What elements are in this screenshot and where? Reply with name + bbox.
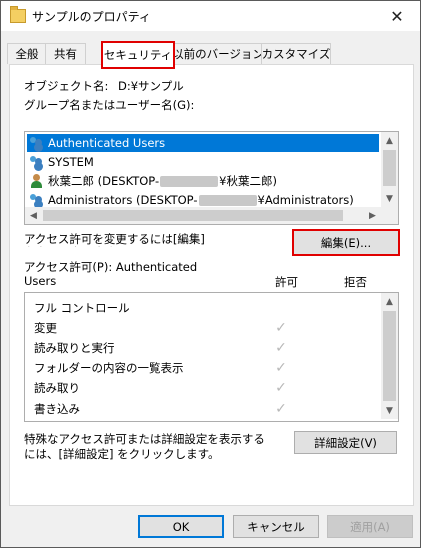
tab-sharing[interactable]: 共有: [45, 43, 86, 64]
object-name-value: D:¥サンプル: [118, 79, 184, 93]
user-icon: [29, 174, 45, 188]
group-icon: [29, 136, 45, 150]
group-icon: [29, 193, 45, 207]
list-item-system[interactable]: SYSTEM: [27, 153, 379, 171]
apply-button[interactable]: 適用(A): [327, 515, 413, 538]
close-icon: ✕: [390, 6, 404, 26]
permission-label: アクセス許可(P): Authenticated: [24, 260, 198, 274]
permission-row: フル コントロール: [34, 301, 130, 315]
advanced-button[interactable]: 詳細設定(V): [294, 431, 397, 454]
folder-icon: [10, 6, 26, 23]
permission-row: 書き込み: [34, 402, 80, 416]
close-button[interactable]: ✕: [374, 1, 420, 31]
tab-general[interactable]: 全般: [7, 43, 47, 64]
tab-security[interactable]: セキュリティ: [101, 41, 175, 69]
user-list-vertical-scrollbar[interactable]: ▲ ▼: [381, 132, 398, 207]
edit-button[interactable]: 編集(E)...: [292, 229, 400, 256]
deny-column-header: 拒否: [344, 275, 367, 289]
group-icon: [29, 155, 45, 169]
tab-bar: 全般 共有 セキュリティ 以前のバージョン カスタマイズ: [7, 41, 417, 69]
window-title: サンプルのプロパティ: [32, 10, 151, 24]
redacted-computer-name: [160, 175, 219, 187]
scroll-thumb[interactable]: [383, 311, 396, 401]
scroll-down-icon[interactable]: ▼: [381, 190, 398, 207]
cancel-button[interactable]: キャンセル: [233, 515, 319, 538]
list-item-authenticated-users[interactable]: Authenticated Users: [27, 134, 379, 152]
properties-dialog: サンプルのプロパティ ✕ 全般 共有 セキュリティ 以前のバージョン カスタマイ…: [0, 0, 421, 548]
list-item-akiba-jiro[interactable]: 秋葉二郎 (DESKTOP- ¥秋葉二郎): [27, 172, 379, 190]
scroll-left-icon[interactable]: ◀: [25, 207, 42, 224]
object-name-label: オブジェクト名:: [24, 79, 109, 93]
title-bar[interactable]: サンプルのプロパティ ✕: [1, 1, 420, 31]
advanced-note-line2: には、[詳細設定] をクリックします。: [24, 447, 220, 461]
allow-check-icon: ✓: [275, 360, 287, 376]
user-list[interactable]: Authenticated Users SYSTEM 秋葉二郎 (DESKTOP…: [24, 131, 399, 225]
allow-column-header: 許可: [275, 275, 298, 289]
scrollbar-corner: [381, 207, 398, 224]
advanced-note-line1: 特殊なアクセス許可または詳細設定を表示する: [24, 432, 265, 446]
group-list-label: グループ名またはユーザー名(G):: [24, 98, 195, 112]
scroll-right-icon[interactable]: ▶: [364, 207, 381, 224]
tab-customize[interactable]: カスタマイズ: [261, 43, 331, 64]
edit-permission-note: アクセス許可を変更するには[編集]をクリックします。: [24, 233, 205, 247]
permission-row: 読み取りと実行: [34, 341, 115, 355]
redacted-computer-name: [198, 194, 257, 206]
security-panel: オブジェクト名: D:¥サンプル グループ名またはユーザー名(G): Authe…: [9, 64, 414, 506]
scroll-up-icon[interactable]: ▲: [381, 293, 398, 310]
permission-row: 読み取り: [34, 381, 80, 395]
permission-row: 変更: [34, 321, 57, 335]
allow-check-icon: ✓: [275, 340, 287, 356]
scroll-up-icon[interactable]: ▲: [381, 132, 398, 149]
scroll-thumb[interactable]: [43, 210, 343, 221]
scroll-thumb[interactable]: [383, 150, 396, 186]
tab-previous-versions[interactable]: 以前のバージョン: [172, 43, 264, 64]
allow-check-icon: ✓: [275, 401, 287, 417]
user-list-horizontal-scrollbar[interactable]: ◀ ▶: [25, 207, 381, 224]
allow-check-icon: ✓: [275, 320, 287, 336]
permission-row: フォルダーの内容の一覧表示: [34, 361, 184, 375]
scroll-down-icon[interactable]: ▼: [381, 402, 398, 419]
permission-label-users: Users: [24, 274, 57, 288]
permission-list[interactable]: フル コントロール 変更 ✓ 読み取りと実行 ✓ フォルダーの内容の一覧表示 ✓…: [24, 292, 399, 422]
allow-check-icon: ✓: [275, 380, 287, 396]
permission-list-scrollbar[interactable]: ▲ ▼: [381, 293, 398, 419]
ok-button[interactable]: OK: [138, 515, 224, 538]
